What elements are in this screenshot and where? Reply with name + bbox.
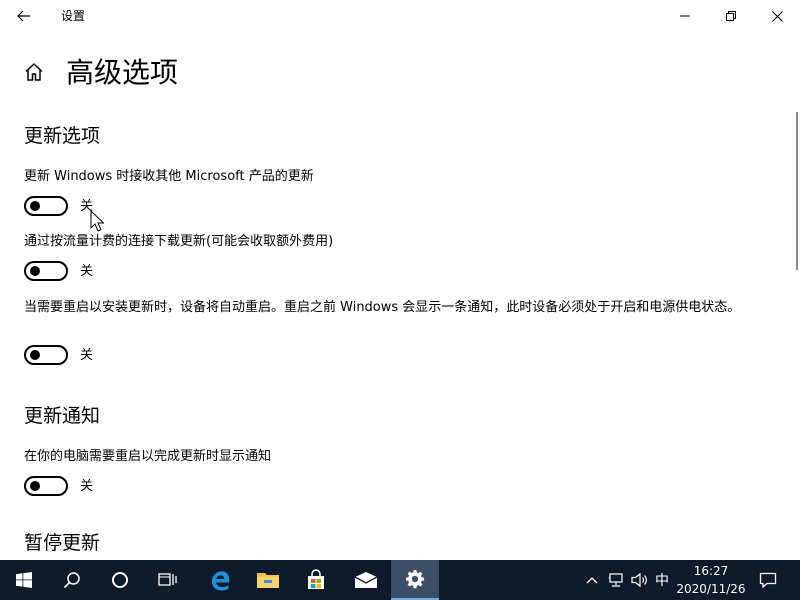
cortana-icon bbox=[112, 572, 128, 588]
settings-icon bbox=[406, 570, 425, 589]
mail-icon bbox=[354, 572, 378, 588]
restore-icon bbox=[726, 11, 736, 21]
start-icon bbox=[16, 572, 32, 588]
edge-icon bbox=[212, 571, 230, 591]
toggle-auto-restart[interactable] bbox=[24, 345, 68, 365]
network-button[interactable] bbox=[605, 560, 627, 600]
clock[interactable]: 16:27 2020/11/26 bbox=[676, 562, 746, 598]
setting-label-auto-restart: 当需要重启以安装更新时，设备将自动重启。重启之前 Windows 会显示一条通知… bbox=[24, 300, 741, 315]
volume-icon bbox=[631, 572, 647, 588]
network-icon bbox=[608, 573, 623, 587]
toggle-restart-notification[interactable] bbox=[24, 476, 68, 496]
task-view-button[interactable] bbox=[144, 560, 192, 600]
search-button[interactable] bbox=[48, 560, 96, 600]
section-title-update-notifications: 更新通知 bbox=[24, 405, 101, 427]
volume-button[interactable] bbox=[629, 560, 651, 600]
title-bar: 设置 bbox=[0, 0, 800, 32]
mouse-cursor-icon bbox=[90, 210, 104, 232]
restore-button[interactable] bbox=[708, 0, 754, 32]
store-button[interactable] bbox=[292, 560, 340, 600]
cortana-button[interactable] bbox=[96, 560, 144, 600]
setting-label-metered-connection: 通过按流量计费的连接下载更新(可能会收取额外费用) bbox=[24, 234, 334, 249]
chevron-up-icon bbox=[586, 577, 598, 584]
home-button[interactable] bbox=[22, 60, 46, 84]
back-arrow-icon bbox=[17, 10, 30, 22]
show-hidden-icons-button[interactable] bbox=[582, 560, 602, 600]
section-title-pause-updates: 暂停更新 bbox=[24, 532, 101, 554]
settings-button[interactable] bbox=[391, 560, 439, 600]
notification-icon bbox=[759, 572, 777, 589]
clock-date: 2020/11/26 bbox=[676, 582, 746, 596]
start-button[interactable] bbox=[0, 560, 48, 600]
close-button[interactable] bbox=[754, 0, 800, 32]
page-title: 高级选项 bbox=[66, 56, 179, 89]
edge-button[interactable] bbox=[196, 560, 244, 600]
section-title-update-options: 更新选项 bbox=[24, 125, 101, 147]
toggle-metered-connection[interactable] bbox=[24, 261, 68, 281]
minimize-button[interactable] bbox=[662, 0, 708, 32]
action-center-button[interactable] bbox=[754, 560, 782, 600]
store-icon bbox=[308, 569, 324, 589]
task-view-icon bbox=[158, 573, 177, 586]
toggle-other-products[interactable] bbox=[24, 196, 68, 216]
window-title: 设置 bbox=[61, 9, 86, 23]
clock-time: 16:27 bbox=[693, 564, 729, 578]
mail-button[interactable] bbox=[342, 560, 390, 600]
minimize-icon bbox=[680, 15, 690, 17]
toggle-knob bbox=[30, 201, 40, 211]
back-button[interactable] bbox=[8, 0, 40, 32]
file-explorer-icon bbox=[257, 573, 279, 588]
search-icon bbox=[63, 572, 80, 589]
toggle-state-label: 关 bbox=[80, 479, 94, 494]
ime-indicator[interactable]: 中 bbox=[652, 560, 672, 600]
scrollbar[interactable] bbox=[796, 112, 798, 270]
file-explorer-button[interactable] bbox=[244, 560, 292, 600]
toggle-state-label: 关 bbox=[80, 264, 94, 279]
taskbar: 中 16:27 2020/11/26 bbox=[0, 560, 800, 600]
setting-label-other-products: 更新 Windows 时接收其他 Microsoft 产品的更新 bbox=[24, 169, 314, 184]
setting-label-restart-notification: 在你的电脑需要重启以完成更新时显示通知 bbox=[24, 449, 272, 464]
toggle-knob bbox=[30, 350, 40, 360]
toggle-state-label: 关 bbox=[80, 348, 94, 363]
toggle-knob bbox=[30, 481, 40, 491]
home-icon bbox=[25, 63, 43, 81]
toggle-knob bbox=[30, 266, 40, 276]
close-icon bbox=[771, 10, 783, 22]
